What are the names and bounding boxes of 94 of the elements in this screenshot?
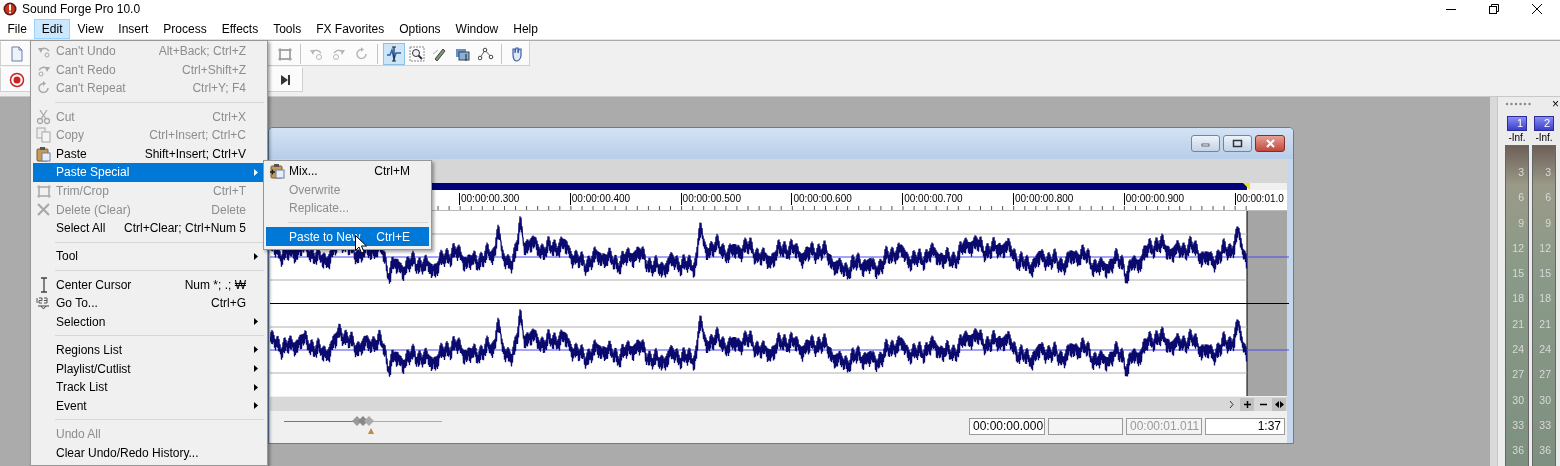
hand-icon[interactable] [509,45,525,62]
end-marker-icon [1243,183,1250,190]
scale-label: 12 [1512,241,1525,256]
menu-item[interactable]: FX Favorites [308,19,392,39]
channel-button[interactable]: 2 [1534,116,1554,131]
time-label: 00:00:00.300 [459,193,520,205]
scale-label: 30 [1512,393,1525,408]
scale-label: 27 [1512,368,1525,383]
submenu-arrow-icon [253,346,258,354]
peak-reading: -Inf. [1508,132,1526,145]
menu-item[interactable]: Select All Ctrl+Clear; Ctrl+Num 5 [33,218,265,238]
channel-button[interactable]: 1 [1507,116,1527,131]
menu-item[interactable]: Paste Shift+Insert; Ctrl+V [33,144,265,164]
scale-label: 9 [1518,216,1525,231]
scale-label: 36 [1539,444,1552,459]
menu-item[interactable]: Go To... Ctrl+G [33,293,265,313]
menu-item[interactable]: Event [33,396,265,416]
menu-item[interactable]: Playlist/Cutlist [33,359,265,378]
scale-label: 21 [1539,317,1552,332]
close-button[interactable] [1255,135,1285,152]
submenu-arrow-icon [253,252,258,260]
menu-item[interactable]: Edit [34,19,71,39]
scale-label: 9 [1545,216,1552,231]
scale-label: 21 [1512,317,1525,332]
scale-label: 36 [1512,444,1525,459]
envelope-icon[interactable] [478,45,494,62]
new-file-icon[interactable] [9,45,25,62]
time-label: 00:00:00.700 [902,193,963,205]
scale-label: 33 [1512,418,1525,433]
maximize-icon[interactable] [1232,139,1243,148]
submenu-arrow-icon [253,402,258,410]
time-field: 00:00:01.011 [1126,418,1202,435]
time-label: 00:00:00.900 [1123,193,1185,205]
goto-icon [36,295,52,312]
menu-item[interactable]: Help [505,19,546,39]
menu-item[interactable]: Process [155,19,215,39]
menu-item[interactable]: Paste Special [33,163,265,182]
crop-icon [36,183,52,200]
time-label: 00:00:00.600 [791,193,852,205]
menu-item[interactable]: Center Cursor Num *; .; ₩ [33,275,265,294]
submenu-arrow-icon [253,318,258,326]
menu-item[interactable]: View [70,19,111,39]
slider-thumb[interactable] [351,415,375,435]
time-label: 00:00:00.500 [680,193,741,205]
scale-label: 24 [1512,343,1525,358]
clipboard-icon [36,145,52,162]
edit-tool-icon[interactable] [386,45,402,62]
menu-item[interactable]: Insert [110,19,156,39]
scale-label: 12 [1539,241,1552,256]
close-button[interactable]: × [1552,97,1559,111]
menu-item[interactable]: Tools [265,19,309,39]
menu-item[interactable]: Window [448,19,506,39]
grip-icon[interactable] [1505,101,1532,106]
scale-label: 18 [1539,292,1552,307]
scale-label: 15 [1512,267,1525,282]
scale-label: 3 [1545,166,1552,180]
record-icon[interactable] [9,71,25,88]
submenu-arrow-icon [253,168,258,176]
copy-icon [36,127,52,144]
delete-icon [36,201,52,218]
time-label: 00:00:00.400 [569,193,631,205]
menu-item[interactable]: Selection [33,312,265,332]
scale-label: 6 [1545,191,1552,206]
close-icon[interactable] [1531,4,1542,14]
restore-icon[interactable] [1488,4,1499,14]
scale-label: 27 [1539,368,1552,383]
scale-label: 18 [1512,292,1525,307]
peak-reading: -Inf. [1535,132,1553,145]
menu-item[interactable]: Effects [214,19,266,39]
maximize-button[interactable] [1223,135,1252,152]
submenu-arrow-icon [253,365,258,373]
menu-item[interactable]: File [0,19,35,39]
scale-label: 3 [1518,166,1525,180]
menu-item[interactable]: Track List [33,377,265,397]
menu-item[interactable]: Regions List [33,340,265,360]
scale-label: 33 [1539,418,1552,433]
scale-label: 6 [1518,191,1525,206]
magnify-icon[interactable] [409,45,425,62]
menu-item[interactable]: Tool [33,247,265,266]
scale-label: 30 [1539,393,1552,408]
menu-item[interactable]: Options [391,19,449,39]
time-field: 00:00:00.000 [969,418,1045,435]
scale-label: 15 [1539,267,1552,282]
menu-item[interactable]: Mix... Ctrl+M [266,162,429,181]
menu-item[interactable]: Clear Undo/Redo History... [33,443,265,462]
zoom-ratio-field: 1:37 [1205,418,1285,435]
window-title: Sound Forge Pro 10.0 [22,2,141,16]
submenu-arrow-icon [253,383,258,391]
scale-label: 24 [1539,343,1552,358]
scissors-icon [36,108,52,125]
clipboard-icon [269,163,285,180]
time-label: 00:00:01.0 [1234,193,1284,205]
zoom-slider[interactable] [284,413,442,435]
time-label: 00:00:00.800 [1013,193,1074,205]
